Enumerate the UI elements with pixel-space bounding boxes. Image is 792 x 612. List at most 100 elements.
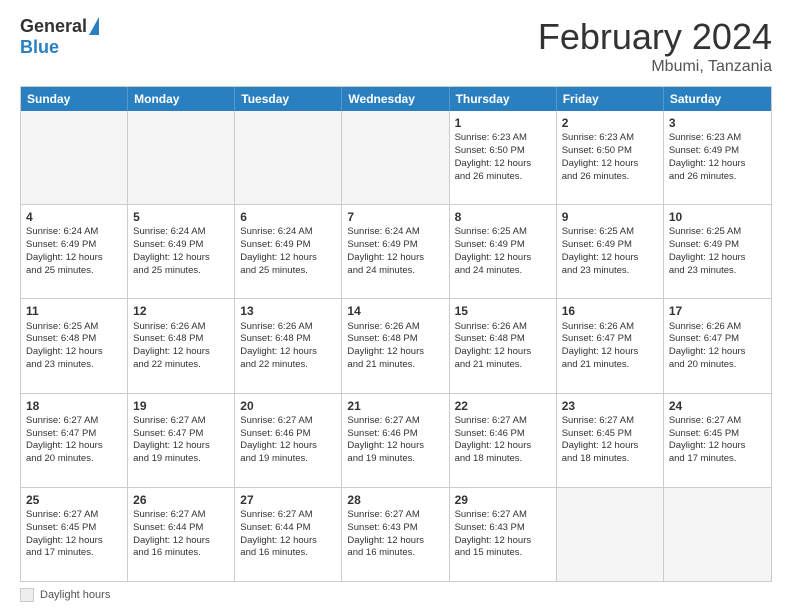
day-info: Sunrise: 6:26 AM Sunset: 6:48 PM Dayligh… bbox=[455, 321, 551, 372]
day-info: Sunrise: 6:27 AM Sunset: 6:45 PM Dayligh… bbox=[669, 415, 766, 466]
month-title: February 2024 bbox=[538, 16, 772, 58]
calendar-header: SundayMondayTuesdayWednesdayThursdayFrid… bbox=[21, 87, 771, 111]
day-info: Sunrise: 6:25 AM Sunset: 6:48 PM Dayligh… bbox=[26, 321, 122, 372]
location-subtitle: Mbumi, Tanzania bbox=[538, 58, 772, 76]
calendar-cell bbox=[235, 111, 342, 204]
daylight-label: Daylight hours bbox=[40, 589, 110, 601]
calendar-row-1: 4Sunrise: 6:24 AM Sunset: 6:49 PM Daylig… bbox=[21, 204, 771, 298]
day-info: Sunrise: 6:27 AM Sunset: 6:43 PM Dayligh… bbox=[455, 509, 551, 560]
calendar-cell: 15 Sunrise: 6:26 AM Sunset: 6:48 PM Dayli… bbox=[450, 299, 557, 392]
weekday-header-thursday: Thursday bbox=[450, 87, 557, 111]
calendar-cell: 6Sunrise: 6:24 AM Sunset: 6:49 PM Daylig… bbox=[235, 205, 342, 298]
calendar-cell bbox=[342, 111, 449, 204]
day-number: 22 bbox=[455, 398, 551, 414]
logo: General Blue bbox=[20, 16, 99, 58]
day-number: 19 bbox=[133, 398, 229, 414]
calendar-row-2: 11 Sunrise: 6:25 AM Sunset: 6:48 PM Dayli… bbox=[21, 298, 771, 392]
calendar-cell: 29Sunrise: 6:27 AM Sunset: 6:43 PM Dayli… bbox=[450, 488, 557, 581]
calendar-cell: 1Sunrise: 6:23 AM Sunset: 6:50 PM Daylig… bbox=[450, 111, 557, 204]
weekday-header-saturday: Saturday bbox=[664, 87, 771, 111]
day-number: 29 bbox=[455, 492, 551, 508]
day-number: 8 bbox=[455, 209, 551, 225]
day-number: 12 bbox=[133, 303, 229, 319]
day-number: 21 bbox=[347, 398, 443, 414]
weekday-header-tuesday: Tuesday bbox=[235, 87, 342, 111]
day-number: 14 bbox=[347, 303, 443, 319]
day-info: Sunrise: 6:27 AM Sunset: 6:44 PM Dayligh… bbox=[133, 509, 229, 560]
calendar-cell: 24Sunrise: 6:27 AM Sunset: 6:45 PM Dayli… bbox=[664, 394, 771, 487]
logo-general: General bbox=[20, 16, 87, 37]
day-info: Sunrise: 6:23 AM Sunset: 6:49 PM Dayligh… bbox=[669, 132, 766, 183]
calendar-cell: 4Sunrise: 6:24 AM Sunset: 6:49 PM Daylig… bbox=[21, 205, 128, 298]
day-number: 15 bbox=[455, 303, 551, 319]
day-info: Sunrise: 6:25 AM Sunset: 6:49 PM Dayligh… bbox=[669, 226, 766, 277]
calendar-cell: 7Sunrise: 6:24 AM Sunset: 6:49 PM Daylig… bbox=[342, 205, 449, 298]
day-number: 3 bbox=[669, 115, 766, 131]
calendar-cell bbox=[21, 111, 128, 204]
calendar-cell: 9Sunrise: 6:25 AM Sunset: 6:49 PM Daylig… bbox=[557, 205, 664, 298]
day-info: Sunrise: 6:24 AM Sunset: 6:49 PM Dayligh… bbox=[133, 226, 229, 277]
day-number: 23 bbox=[562, 398, 658, 414]
day-info: Sunrise: 6:27 AM Sunset: 6:45 PM Dayligh… bbox=[26, 509, 122, 560]
calendar-cell: 19Sunrise: 6:27 AM Sunset: 6:47 PM Dayli… bbox=[128, 394, 235, 487]
day-info: Sunrise: 6:27 AM Sunset: 6:46 PM Dayligh… bbox=[240, 415, 336, 466]
calendar-cell: 27Sunrise: 6:27 AM Sunset: 6:44 PM Dayli… bbox=[235, 488, 342, 581]
day-number: 6 bbox=[240, 209, 336, 225]
calendar-cell: 8Sunrise: 6:25 AM Sunset: 6:49 PM Daylig… bbox=[450, 205, 557, 298]
calendar-cell: 18Sunrise: 6:27 AM Sunset: 6:47 PM Dayli… bbox=[21, 394, 128, 487]
calendar-cell: 16Sunrise: 6:26 AM Sunset: 6:47 PM Dayli… bbox=[557, 299, 664, 392]
weekday-header-wednesday: Wednesday bbox=[342, 87, 449, 111]
day-info: Sunrise: 6:26 AM Sunset: 6:48 PM Dayligh… bbox=[347, 321, 443, 372]
calendar-cell: 28Sunrise: 6:27 AM Sunset: 6:43 PM Dayli… bbox=[342, 488, 449, 581]
calendar-body: 1Sunrise: 6:23 AM Sunset: 6:50 PM Daylig… bbox=[21, 111, 771, 581]
calendar-cell: 17 Sunrise: 6:26 AM Sunset: 6:47 PM Dayli… bbox=[664, 299, 771, 392]
day-info: Sunrise: 6:27 AM Sunset: 6:46 PM Dayligh… bbox=[455, 415, 551, 466]
day-info: Sunrise: 6:24 AM Sunset: 6:49 PM Dayligh… bbox=[26, 226, 122, 277]
page: General Blue February 2024 Mbumi, Tanzan… bbox=[0, 0, 792, 612]
calendar-row-4: 25Sunrise: 6:27 AM Sunset: 6:45 PM Dayli… bbox=[21, 487, 771, 581]
calendar-cell: 10Sunrise: 6:25 AM Sunset: 6:49 PM Dayli… bbox=[664, 205, 771, 298]
day-number: 27 bbox=[240, 492, 336, 508]
calendar-cell: 12 Sunrise: 6:26 AM Sunset: 6:48 PM Dayli… bbox=[128, 299, 235, 392]
calendar-cell: 3Sunrise: 6:23 AM Sunset: 6:49 PM Daylig… bbox=[664, 111, 771, 204]
day-info: Sunrise: 6:25 AM Sunset: 6:49 PM Dayligh… bbox=[562, 226, 658, 277]
calendar-cell: 23Sunrise: 6:27 AM Sunset: 6:45 PM Dayli… bbox=[557, 394, 664, 487]
day-info: Sunrise: 6:27 AM Sunset: 6:47 PM Dayligh… bbox=[26, 415, 122, 466]
day-number: 26 bbox=[133, 492, 229, 508]
calendar-cell: 26Sunrise: 6:27 AM Sunset: 6:44 PM Dayli… bbox=[128, 488, 235, 581]
footer: Daylight hours bbox=[20, 588, 772, 602]
logo-blue: Blue bbox=[20, 37, 59, 58]
calendar-row-3: 18Sunrise: 6:27 AM Sunset: 6:47 PM Dayli… bbox=[21, 393, 771, 487]
day-info: Sunrise: 6:27 AM Sunset: 6:47 PM Dayligh… bbox=[133, 415, 229, 466]
day-info: Sunrise: 6:27 AM Sunset: 6:43 PM Dayligh… bbox=[347, 509, 443, 560]
day-number: 9 bbox=[562, 209, 658, 225]
day-number: 2 bbox=[562, 115, 658, 131]
header: General Blue February 2024 Mbumi, Tanzan… bbox=[20, 16, 772, 76]
calendar-cell: 11 Sunrise: 6:25 AM Sunset: 6:48 PM Dayli… bbox=[21, 299, 128, 392]
day-info: Sunrise: 6:26 AM Sunset: 6:48 PM Dayligh… bbox=[133, 321, 229, 372]
day-number: 11 bbox=[26, 303, 122, 319]
day-info: Sunrise: 6:27 AM Sunset: 6:44 PM Dayligh… bbox=[240, 509, 336, 560]
weekday-header-sunday: Sunday bbox=[21, 87, 128, 111]
day-number: 17 bbox=[669, 303, 766, 319]
day-number: 20 bbox=[240, 398, 336, 414]
day-number: 28 bbox=[347, 492, 443, 508]
day-info: Sunrise: 6:26 AM Sunset: 6:47 PM Dayligh… bbox=[669, 321, 766, 372]
day-number: 13 bbox=[240, 303, 336, 319]
day-number: 10 bbox=[669, 209, 766, 225]
weekday-header-friday: Friday bbox=[557, 87, 664, 111]
calendar-cell: 20Sunrise: 6:27 AM Sunset: 6:46 PM Dayli… bbox=[235, 394, 342, 487]
day-number: 24 bbox=[669, 398, 766, 414]
day-info: Sunrise: 6:24 AM Sunset: 6:49 PM Dayligh… bbox=[347, 226, 443, 277]
calendar-cell: 13Sunrise: 6:26 AM Sunset: 6:48 PM Dayli… bbox=[235, 299, 342, 392]
day-info: Sunrise: 6:27 AM Sunset: 6:45 PM Dayligh… bbox=[562, 415, 658, 466]
calendar-cell: 25Sunrise: 6:27 AM Sunset: 6:45 PM Dayli… bbox=[21, 488, 128, 581]
day-info: Sunrise: 6:25 AM Sunset: 6:49 PM Dayligh… bbox=[455, 226, 551, 277]
day-number: 16 bbox=[562, 303, 658, 319]
logo-triangle-icon bbox=[89, 17, 99, 35]
day-info: Sunrise: 6:24 AM Sunset: 6:49 PM Dayligh… bbox=[240, 226, 336, 277]
day-number: 1 bbox=[455, 115, 551, 131]
daylight-legend-box bbox=[20, 588, 34, 602]
day-number: 4 bbox=[26, 209, 122, 225]
calendar-row-0: 1Sunrise: 6:23 AM Sunset: 6:50 PM Daylig… bbox=[21, 111, 771, 204]
